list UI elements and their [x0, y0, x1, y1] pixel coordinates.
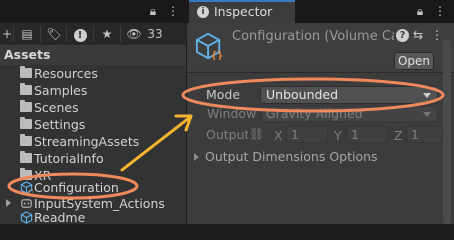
chevron-down-icon: [423, 93, 431, 98]
tree-item-label: StreamingAssets: [34, 134, 140, 149]
link-icon: ⛓︎: [249, 127, 265, 141]
inspector-tab-bar: i Inspector 🔒︎ ⋮: [187, 0, 454, 23]
tree-item-label: Settings: [34, 117, 86, 132]
inspector-panel: i Inspector 🔒︎ ⋮ {} Configuration (Volum…: [187, 0, 454, 224]
tree-item-label: Scenes: [34, 100, 79, 115]
tree-item-samples[interactable]: Samples: [0, 82, 186, 100]
lock-icon[interactable]: 🔒︎: [146, 4, 160, 18]
tree-item-label: TutorialInfo: [34, 151, 104, 166]
folder-icon: [20, 100, 32, 112]
y-dimension-field: 1: [346, 126, 388, 143]
preset-icon[interactable]: ⇆: [413, 28, 423, 42]
window-dropdown: Gravity Aligned: [261, 106, 438, 122]
mode-value: Unbounded: [266, 87, 339, 102]
inspector-title: Configuration (Volume Camera Window Conf…: [232, 29, 394, 44]
svg-text:{}: {}: [28, 190, 33, 194]
expand-arrow-icon[interactable]: [6, 199, 11, 207]
folder-icon: [20, 151, 32, 163]
assets-header: Assets: [0, 45, 186, 65]
info-icon: i: [197, 6, 209, 18]
tree-item-scenes[interactable]: Scenes: [0, 99, 186, 117]
label-filter-icon[interactable]: 🏷︎: [44, 25, 64, 43]
tree-item-label: Configuration: [34, 180, 119, 195]
divider: [187, 72, 454, 73]
z-dimension-field: 1: [406, 126, 442, 143]
folder-icon: [20, 66, 32, 78]
assets-title: Assets: [4, 47, 51, 62]
lock-icon[interactable]: 🔒︎: [413, 4, 427, 18]
folder-icon: [20, 117, 32, 129]
project-tab-bar: 🔒︎ ⋮: [0, 0, 186, 23]
volume-camera-config-icon: {}: [20, 181, 33, 194]
tab-inspector[interactable]: i Inspector: [189, 0, 295, 23]
z-axis-label: Z: [394, 128, 403, 143]
svg-text:{}: {}: [211, 50, 223, 60]
inspector-header: {} Configuration (Volume Camera Window C…: [187, 23, 454, 71]
visibility-icon[interactable]: 👁︎: [124, 25, 144, 43]
tree-item-streamingassets[interactable]: StreamingAssets: [0, 133, 186, 151]
mode-label: Mode: [206, 87, 241, 102]
readme-icon: [20, 211, 33, 224]
tree-item-label: Readme: [34, 210, 86, 225]
help-icon[interactable]: ?: [396, 29, 409, 42]
window-label: Window: [207, 106, 257, 121]
foldout-arrow-icon[interactable]: [194, 153, 199, 161]
project-toolbar: + ▤ 🏷︎ ! ★ 👁︎ 33: [0, 23, 186, 45]
x-axis-label: X: [274, 128, 283, 143]
kebab-menu-icon[interactable]: ⋮: [431, 28, 443, 42]
kebab-menu-icon[interactable]: ⋮: [166, 4, 180, 18]
project-panel: 🔒︎ ⋮ + ▤ 🏷︎ ! ★ 👁︎ 33 Assets Resources S…: [0, 0, 186, 227]
add-asset-icon[interactable]: +: [2, 25, 12, 43]
warning-filter-icon[interactable]: !: [70, 25, 90, 43]
volume-camera-config-icon: {}: [195, 32, 223, 60]
scrollbar[interactable]: [443, 40, 451, 224]
mode-dropdown[interactable]: Unbounded: [260, 86, 438, 104]
search-filter-icon[interactable]: ▤: [16, 25, 38, 43]
folder-icon: [20, 83, 32, 95]
tree-item-settings[interactable]: Settings: [0, 116, 186, 134]
output-dimensions-foldout[interactable]: Output Dimensions Options: [205, 149, 378, 164]
x-dimension-field: 1: [286, 126, 328, 143]
favorites-icon[interactable]: ★: [97, 25, 117, 43]
tree-item-readme[interactable]: Readme: [0, 209, 186, 227]
window-value: Gravity Aligned: [266, 106, 363, 121]
kebab-menu-icon[interactable]: ⋮: [433, 4, 447, 18]
tab-label: Inspector: [214, 4, 273, 19]
tree-item-label: Samples: [34, 83, 88, 98]
chevron-down-icon: [423, 112, 431, 117]
folder-icon: [20, 134, 32, 146]
tree-item-resources[interactable]: Resources: [0, 65, 186, 83]
open-button[interactable]: Open: [394, 52, 434, 70]
y-axis-label: Y: [334, 128, 342, 143]
tree-item-label: Resources: [34, 66, 98, 81]
hidden-count: 33: [147, 27, 163, 41]
output-label: Output: [206, 127, 248, 142]
tree-item-tutorialinfo[interactable]: TutorialInfo: [0, 150, 186, 168]
window-field: Window Gravity Aligned: [201, 106, 441, 124]
